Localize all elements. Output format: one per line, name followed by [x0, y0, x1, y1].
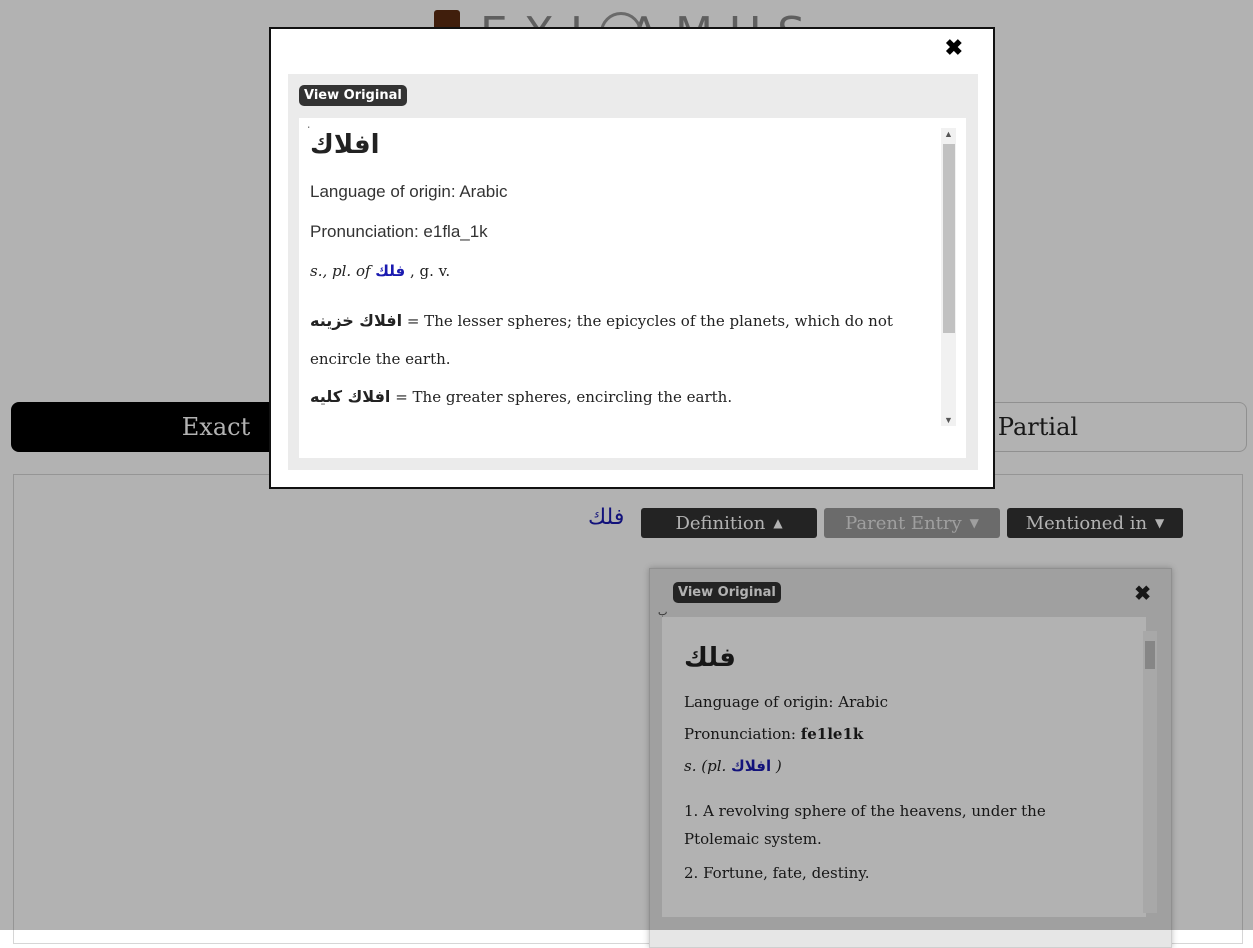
modal-sense: افلاك خزينه = The lesser spheres; the ep…	[310, 302, 930, 378]
view-original-button[interactable]: View Original	[299, 85, 407, 106]
pos-prefix: s., pl. of	[310, 262, 376, 280]
sense-arabic: افلاك كليه	[310, 387, 391, 406]
modal-sense: افلاك كليه = The greater spheres, encirc…	[310, 378, 930, 416]
close-icon[interactable]: ✖	[945, 35, 963, 61]
modal-part-of-speech: s., pl. of فلك , g. v.	[310, 262, 930, 280]
singular-link[interactable]: فلك	[375, 262, 405, 280]
page: EXI AMUS Exact Partial فلك Definition ▲ …	[0, 0, 1253, 948]
scrollbar-thumb[interactable]	[943, 144, 955, 333]
modal-body: View Original ٠ افلاك Language of origin…	[288, 74, 978, 470]
modal-scrollbar[interactable]: ▲ ▼	[941, 128, 956, 426]
sense-arabic: افلاك خزينه	[310, 311, 403, 330]
definition-modal: ✖ View Original ٠ افلاك Language of orig…	[269, 27, 995, 489]
modal-headword: افلاك	[310, 130, 380, 160]
pos-suffix: , g. v.	[405, 262, 451, 280]
modal-pronunciation: Pronunciation: e1fla_1k	[310, 222, 488, 241]
modal-origin: Language of origin: Arabic	[310, 182, 508, 201]
scroll-up-icon[interactable]: ▲	[941, 128, 956, 140]
sense-text: = The greater spheres, encircling the ea…	[390, 388, 733, 406]
modal-content: ٠ افلاك Language of origin: Arabic Pronu…	[299, 118, 966, 458]
scroll-down-icon[interactable]: ▼	[941, 414, 956, 426]
